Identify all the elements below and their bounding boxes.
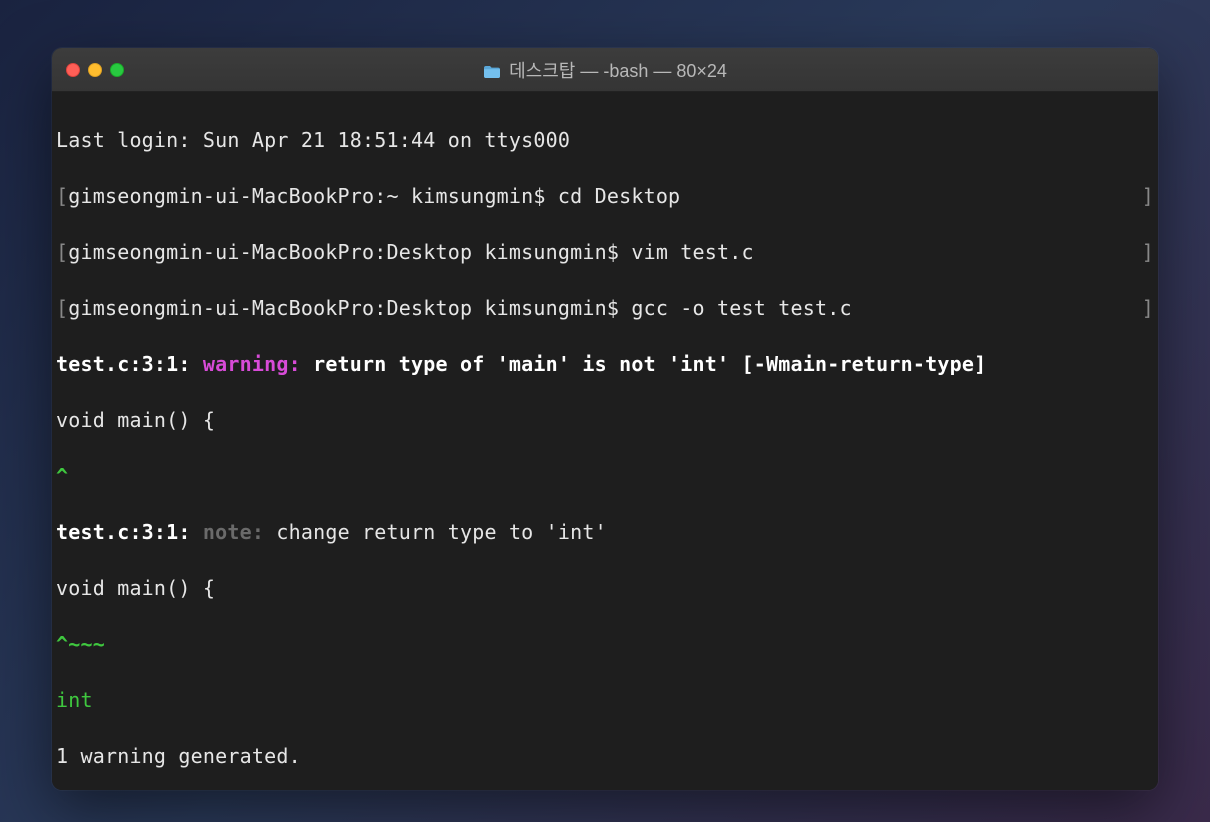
minimize-button[interactable]: [88, 63, 102, 77]
prompt-line-1: [gimseongmin-ui-MacBookPro:~ kimsungmin$…: [56, 182, 1154, 210]
traffic-lights: [52, 63, 124, 77]
compiler-caret-1: ^: [56, 462, 1154, 490]
window-title-text: 데스크탑 — -bash — 80×24: [509, 57, 727, 83]
compiler-caret-2: ^~~~: [56, 630, 1154, 658]
compiler-src-2: void main() {: [56, 574, 1154, 602]
last-login-line: Last login: Sun Apr 21 18:51:44 on ttys0…: [56, 126, 1154, 154]
folder-icon: [483, 63, 501, 77]
terminal-content[interactable]: Last login: Sun Apr 21 18:51:44 on ttys0…: [52, 92, 1158, 790]
compiler-note-line: test.c:3:1: note: change return type to …: [56, 518, 1154, 546]
compiler-fixit: int: [56, 686, 1154, 714]
titlebar[interactable]: 데스크탑 — -bash — 80×24: [52, 48, 1158, 92]
compiler-summary: 1 warning generated.: [56, 742, 1154, 770]
prompt-line-2: [gimseongmin-ui-MacBookPro:Desktop kimsu…: [56, 238, 1154, 266]
maximize-button[interactable]: [110, 63, 124, 77]
window-title: 데스크탑 — -bash — 80×24: [52, 57, 1158, 83]
prompt-line-3: [gimseongmin-ui-MacBookPro:Desktop kimsu…: [56, 294, 1154, 322]
compiler-warning-line: test.c:3:1: warning: return type of 'mai…: [56, 350, 1154, 378]
close-button[interactable]: [66, 63, 80, 77]
terminal-window: 데스크탑 — -bash — 80×24 Last login: Sun Apr…: [52, 48, 1158, 790]
compiler-src-1: void main() {: [56, 406, 1154, 434]
